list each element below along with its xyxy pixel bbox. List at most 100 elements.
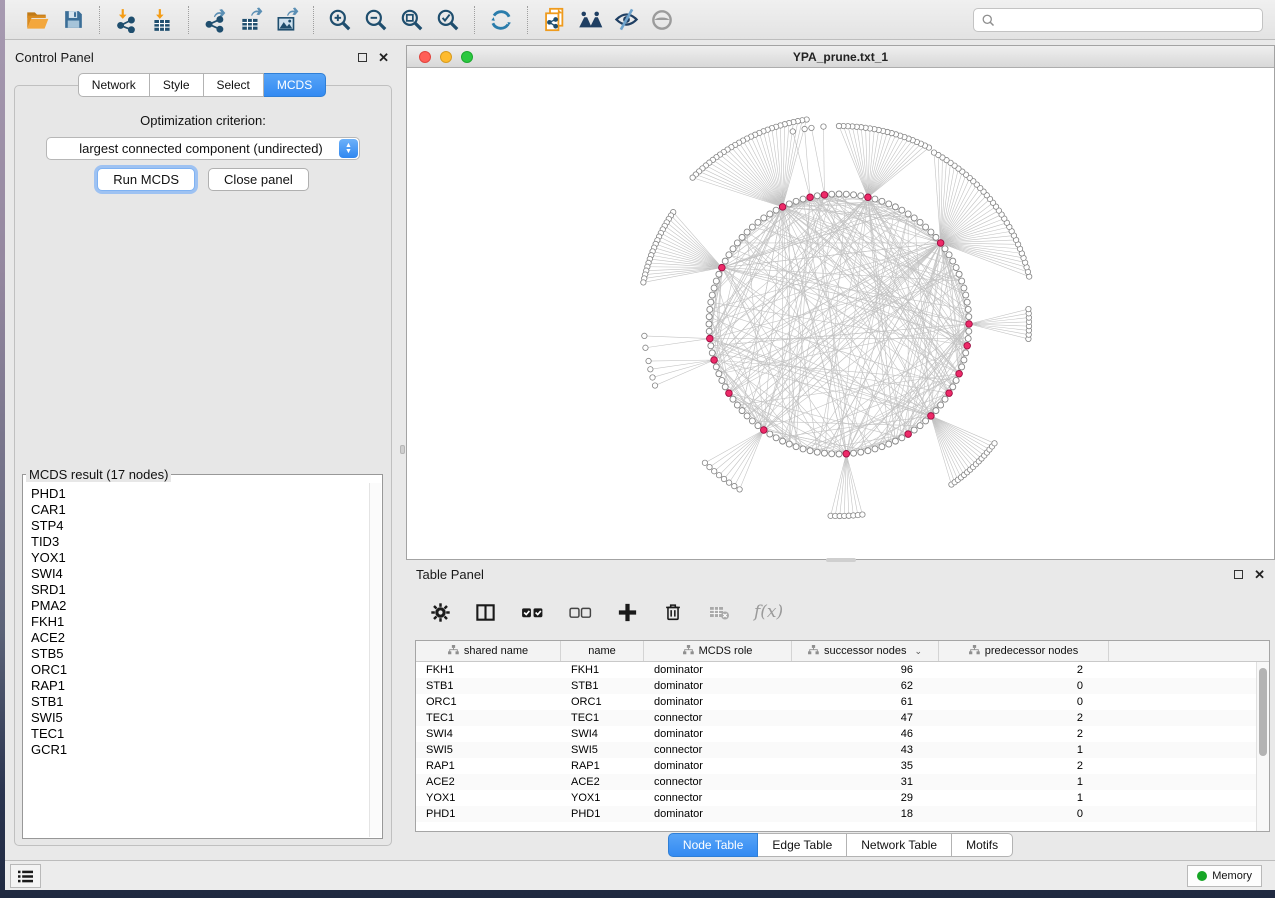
mcds-result-item[interactable]: CAR1 — [31, 502, 368, 518]
export-image-icon[interactable] — [269, 4, 305, 36]
mcds-result-item[interactable]: GCR1 — [31, 742, 368, 758]
attribute-tree-icon — [448, 645, 459, 658]
tab-mcds[interactable]: MCDS — [264, 73, 326, 97]
table-scrollbar-thumb[interactable] — [1259, 668, 1267, 756]
tab-motifs[interactable]: Motifs — [952, 833, 1013, 857]
tab-edge-table[interactable]: Edge Table — [758, 833, 847, 857]
dropdown-stepper-icon: ▲▼ — [339, 139, 358, 158]
cell-shared-name: ACE2 — [416, 776, 561, 788]
save-session-icon[interactable] — [55, 4, 91, 36]
table-panel-tabs: Node TableEdge TableNetwork TableMotifs — [406, 833, 1275, 857]
hide-selected-icon[interactable] — [608, 4, 644, 36]
criterion-selected-value: largest connected component (undirected) — [47, 141, 339, 156]
tab-network[interactable]: Network — [78, 73, 150, 97]
show-all-icon[interactable] — [644, 4, 680, 36]
table-row[interactable]: SWI5SWI5connector431 — [416, 742, 1269, 758]
network-title: YPA_prune.txt_1 — [407, 50, 1274, 64]
network-window-titlebar[interactable]: YPA_prune.txt_1 — [407, 46, 1274, 68]
network-graph[interactable] — [407, 68, 1274, 559]
open-session-icon[interactable] — [19, 4, 55, 36]
mcds-result-item[interactable]: PHD1 — [31, 486, 368, 502]
table-row[interactable]: ORC1ORC1dominator610 — [416, 694, 1269, 710]
cell-successor-nodes: 29 — [792, 792, 939, 804]
delete-table-icon[interactable] — [707, 600, 731, 624]
zoom-selected-icon[interactable] — [430, 4, 466, 36]
function-builder-icon[interactable]: f(x) — [754, 602, 783, 622]
import-network-icon[interactable] — [108, 4, 144, 36]
mcds-result-item[interactable]: TEC1 — [31, 726, 368, 742]
mcds-result-item[interactable]: STB5 — [31, 646, 368, 662]
table-settings-icon[interactable] — [430, 602, 451, 623]
mcds-list-scrollbar[interactable] — [369, 483, 381, 837]
mcds-result-item[interactable]: SWI5 — [31, 710, 368, 726]
network-canvas[interactable] — [407, 68, 1274, 559]
cell-name: YOX1 — [561, 792, 644, 804]
export-network-icon[interactable] — [197, 4, 233, 36]
column-header-MCDS-role[interactable]: MCDS role — [644, 641, 792, 661]
close-panel-button[interactable]: Close panel — [208, 168, 309, 191]
close-panel-icon[interactable]: ✕ — [1254, 570, 1265, 579]
zoom-in-icon[interactable] — [322, 4, 358, 36]
add-column-icon[interactable] — [616, 601, 639, 624]
tab-style[interactable]: Style — [150, 73, 204, 97]
table-row[interactable]: SWI4SWI4dominator462 — [416, 726, 1269, 742]
table-row[interactable]: TEC1TEC1connector472 — [416, 710, 1269, 726]
task-history-button[interactable] — [10, 864, 41, 888]
criterion-dropdown[interactable]: largest connected component (undirected)… — [46, 137, 360, 160]
column-header-shared-name[interactable]: shared name — [416, 641, 561, 661]
export-table-icon[interactable] — [233, 4, 269, 36]
column-header-predecessor-nodes[interactable]: predecessor nodes — [939, 641, 1109, 661]
table-row[interactable]: PHD1PHD1dominator180 — [416, 806, 1269, 822]
zoom-out-icon[interactable] — [358, 4, 394, 36]
import-table-icon[interactable] — [144, 4, 180, 36]
search-field[interactable] — [973, 8, 1263, 32]
divider-grip[interactable] — [400, 445, 405, 454]
mcds-result-item[interactable]: SWI4 — [31, 566, 368, 582]
mcds-result-item[interactable]: SRD1 — [31, 582, 368, 598]
table-scrollbar[interactable] — [1256, 662, 1269, 831]
new-network-from-selection-icon[interactable] — [536, 4, 572, 36]
mcds-result-item[interactable]: STB1 — [31, 694, 368, 710]
task-list-icon — [17, 869, 34, 884]
mcds-result-item[interactable]: STP4 — [31, 518, 368, 534]
mcds-result-item[interactable]: YOX1 — [31, 550, 368, 566]
network-view-window: YPA_prune.txt_1 — [406, 45, 1275, 560]
column-selector-icon[interactable] — [474, 601, 497, 624]
apply-layout-icon[interactable] — [483, 4, 519, 36]
tab-select[interactable]: Select — [204, 73, 264, 97]
mcds-result-item[interactable]: FKH1 — [31, 614, 368, 630]
table-row[interactable]: ACE2ACE2connector311 — [416, 774, 1269, 790]
select-all-icon[interactable] — [520, 600, 545, 625]
delete-column-icon[interactable] — [662, 601, 684, 623]
tab-node-table[interactable]: Node Table — [668, 833, 759, 857]
memory-button[interactable]: Memory — [1187, 865, 1262, 887]
cell-name: SWI5 — [561, 744, 644, 756]
sort-descending-icon: ⌄ — [915, 646, 923, 657]
table-row[interactable]: FKH1FKH1dominator962 — [416, 662, 1269, 678]
search-input[interactable] — [996, 12, 1255, 28]
mcds-result-item[interactable]: ACE2 — [31, 630, 368, 646]
mcds-result-item[interactable]: ORC1 — [31, 662, 368, 678]
column-label: predecessor nodes — [985, 645, 1079, 657]
zoom-fit-icon[interactable] — [394, 4, 430, 36]
table-row[interactable]: YOX1YOX1connector291 — [416, 790, 1269, 806]
column-header-successor-nodes[interactable]: successor nodes⌄ — [792, 641, 939, 661]
run-mcds-button[interactable]: Run MCDS — [97, 168, 195, 191]
cell-predecessor-nodes: 1 — [939, 792, 1109, 804]
cell-shared-name: PHD1 — [416, 808, 561, 820]
deselect-all-icon[interactable] — [568, 600, 593, 625]
float-panel-icon[interactable] — [1234, 570, 1243, 579]
column-header-name[interactable]: name — [561, 641, 644, 661]
mcds-result-item[interactable]: TID3 — [31, 534, 368, 550]
float-panel-icon[interactable] — [358, 53, 367, 62]
mcds-result-item[interactable]: RAP1 — [31, 678, 368, 694]
table-row[interactable]: STB1STB1dominator620 — [416, 678, 1269, 694]
main-toolbar — [5, 0, 1275, 40]
search-icon — [981, 13, 996, 28]
table-row[interactable]: RAP1RAP1dominator352 — [416, 758, 1269, 774]
panel-divider-vertical[interactable] — [399, 45, 406, 860]
tab-network-table[interactable]: Network Table — [847, 833, 952, 857]
mcds-result-item[interactable]: PMA2 — [31, 598, 368, 614]
first-neighbors-icon[interactable] — [572, 4, 608, 36]
close-panel-icon[interactable]: ✕ — [378, 53, 389, 62]
